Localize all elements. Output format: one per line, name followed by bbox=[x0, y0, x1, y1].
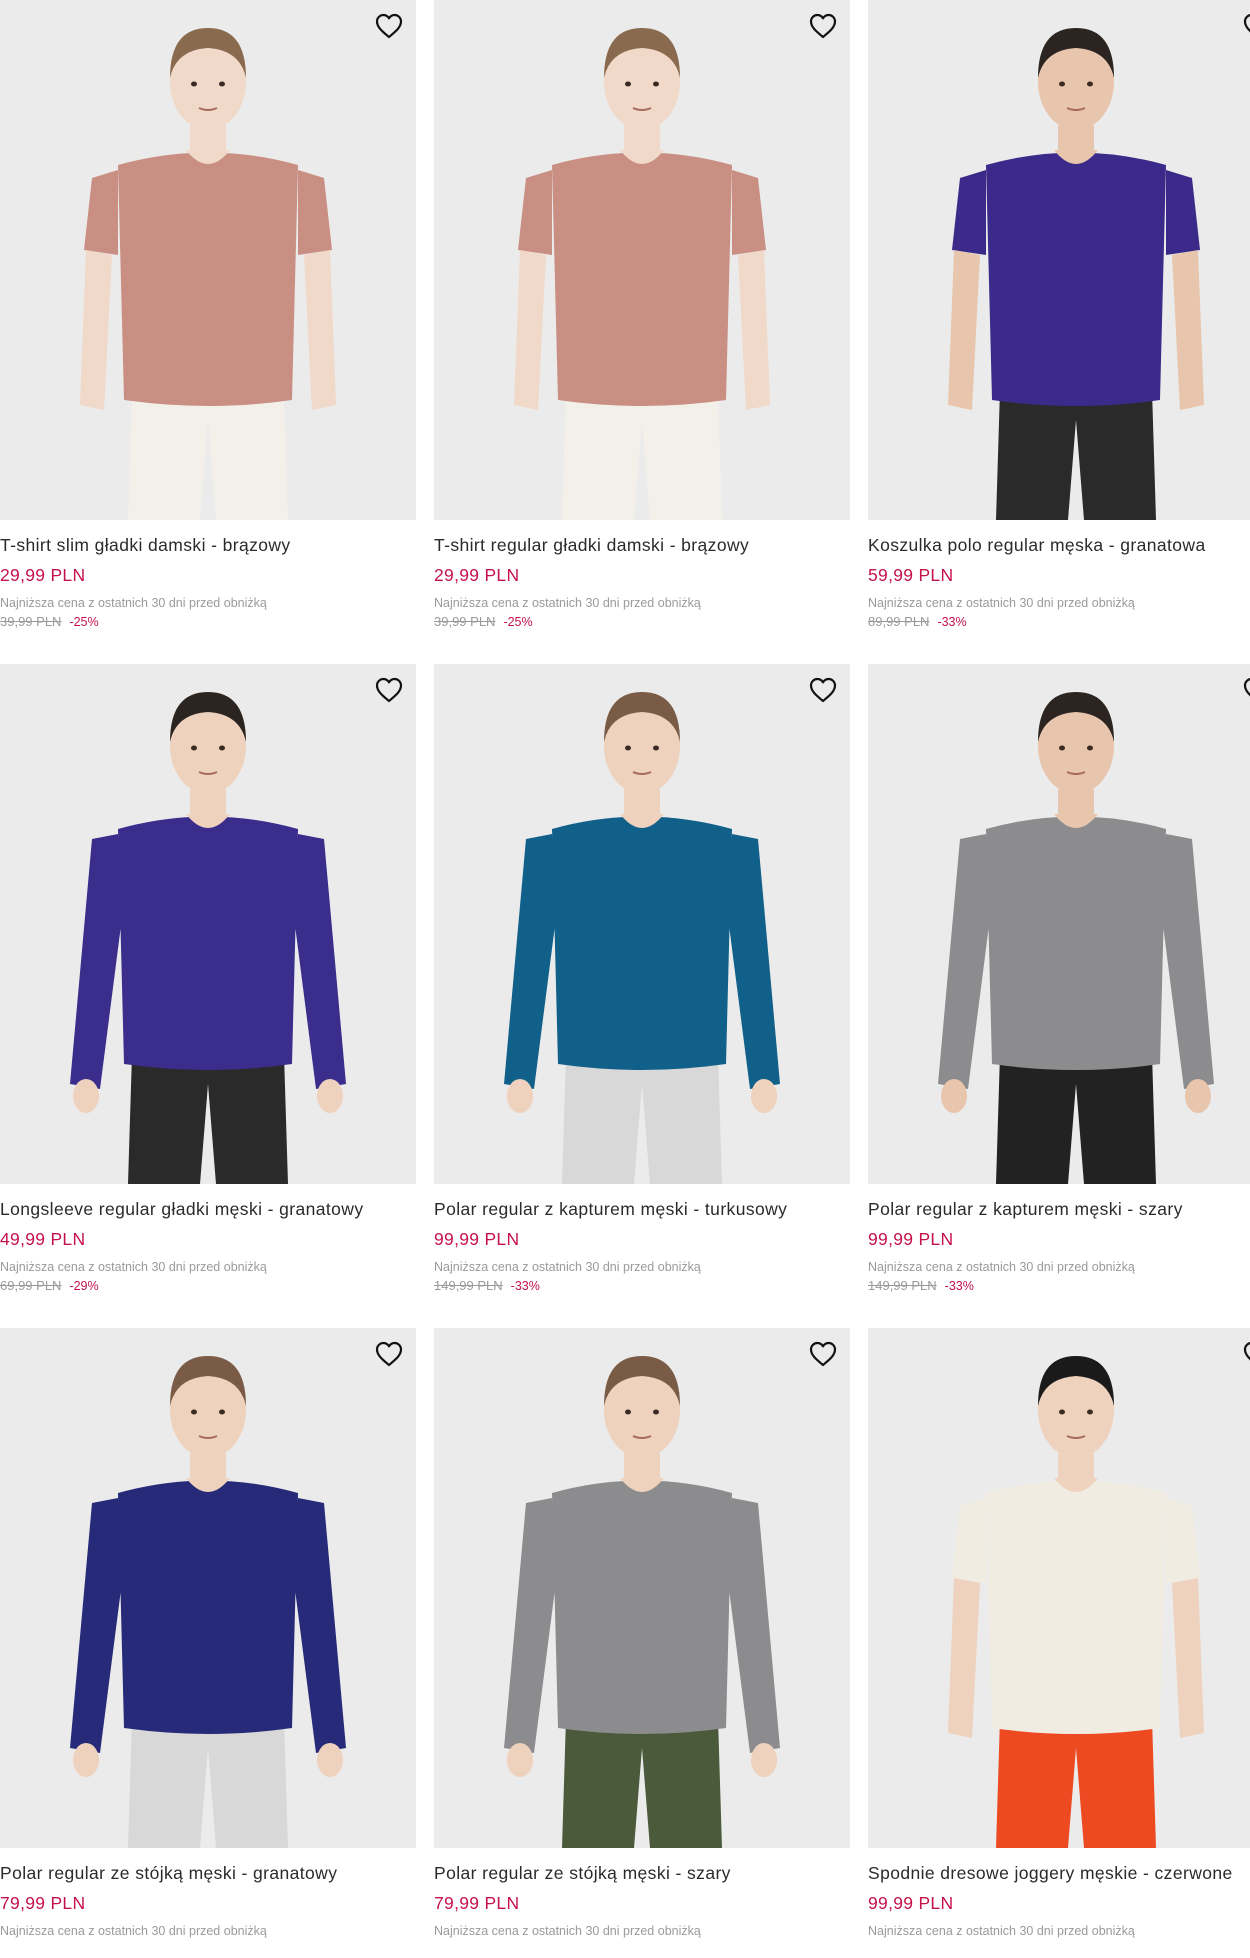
product-image[interactable] bbox=[434, 1328, 850, 1848]
product-photo bbox=[868, 0, 1250, 520]
product-title[interactable]: T-shirt regular gładki damski - brązowy bbox=[434, 534, 850, 556]
product-title[interactable]: Polar regular ze stójką męski - szary bbox=[434, 1862, 850, 1884]
old-price-row: 39,99 PLN -25% bbox=[434, 614, 850, 630]
old-price: 149,99 PLN bbox=[434, 1278, 503, 1293]
wishlist-heart-icon[interactable] bbox=[806, 1338, 840, 1370]
wishlist-heart-icon[interactable] bbox=[1240, 1338, 1250, 1370]
lowest-price-label: Najniższa cena z ostatnich 30 dni przed … bbox=[0, 1260, 267, 1274]
product-photo bbox=[868, 664, 1250, 1184]
product-title[interactable]: Koszulka polo regular męska - granatowa bbox=[868, 534, 1250, 556]
wishlist-heart-icon[interactable] bbox=[372, 674, 406, 706]
product-price: 99,99 PLN bbox=[868, 1893, 954, 1913]
old-price-row: 149,99 PLN -33% bbox=[868, 1278, 1250, 1294]
old-price: 89,99 PLN bbox=[868, 614, 930, 629]
product-title[interactable]: Polar regular ze stójką męski - granatow… bbox=[0, 1862, 416, 1884]
product-photo bbox=[0, 0, 416, 520]
old-price-row bbox=[868, 1942, 1250, 1958]
product-card[interactable]: Polar regular ze stójką męski - granatow… bbox=[0, 1328, 416, 1958]
product-image[interactable] bbox=[434, 0, 850, 520]
product-card[interactable]: Koszulka polo regular męska - granatowa … bbox=[868, 0, 1250, 630]
old-price: 39,99 PLN bbox=[0, 614, 62, 629]
discount-badge: -25% bbox=[69, 615, 99, 629]
product-price: 79,99 PLN bbox=[0, 1893, 86, 1913]
product-image[interactable] bbox=[0, 0, 416, 520]
product-title[interactable]: Spodnie dresowe joggery męskie - czerwon… bbox=[868, 1862, 1250, 1884]
old-price-row: 69,99 PLN -29% bbox=[0, 1278, 416, 1294]
discount-badge: -29% bbox=[69, 1279, 99, 1293]
product-image[interactable] bbox=[868, 0, 1250, 520]
product-title[interactable]: Polar regular z kapturem męski - szary bbox=[868, 1198, 1250, 1220]
old-price-row bbox=[0, 1942, 416, 1958]
product-image[interactable] bbox=[868, 1328, 1250, 1848]
product-photo bbox=[434, 0, 850, 520]
lowest-price-label: Najniższa cena z ostatnich 30 dni przed … bbox=[0, 596, 267, 610]
lowest-price-label: Najniższa cena z ostatnich 30 dni przed … bbox=[868, 1260, 1135, 1274]
old-price-row: 39,99 PLN -25% bbox=[0, 614, 416, 630]
product-photo bbox=[0, 664, 416, 1184]
product-image[interactable] bbox=[0, 664, 416, 1184]
wishlist-heart-icon[interactable] bbox=[372, 10, 406, 42]
lowest-price-label: Najniższa cena z ostatnich 30 dni przed … bbox=[434, 1260, 701, 1274]
product-price: 49,99 PLN bbox=[0, 1229, 86, 1249]
product-photo bbox=[868, 1328, 1250, 1848]
product-card[interactable]: Longsleeve regular gładki męski - granat… bbox=[0, 664, 416, 1294]
product-grid: T-shirt slim gładki damski - brązowy 29,… bbox=[0, 0, 1250, 1950]
product-photo bbox=[0, 1328, 416, 1848]
lowest-price-label: Najniższa cena z ostatnich 30 dni przed … bbox=[434, 596, 701, 610]
lowest-price-label: Najniższa cena z ostatnich 30 dni przed … bbox=[0, 1924, 267, 1938]
product-photo bbox=[434, 1328, 850, 1848]
product-image[interactable] bbox=[868, 664, 1250, 1184]
product-price: 99,99 PLN bbox=[434, 1229, 520, 1249]
wishlist-heart-icon[interactable] bbox=[372, 1338, 406, 1370]
product-card[interactable]: T-shirt regular gładki damski - brązowy … bbox=[434, 0, 850, 630]
old-price-row bbox=[434, 1942, 850, 1958]
discount-badge: -33% bbox=[510, 1279, 540, 1293]
lowest-price-label: Najniższa cena z ostatnich 30 dni przed … bbox=[868, 1924, 1135, 1938]
product-price: 59,99 PLN bbox=[868, 565, 954, 585]
discount-badge: -33% bbox=[937, 615, 967, 629]
old-price: 149,99 PLN bbox=[868, 1278, 937, 1293]
product-card[interactable]: T-shirt slim gładki damski - brązowy 29,… bbox=[0, 0, 416, 630]
product-price: 29,99 PLN bbox=[434, 565, 520, 585]
lowest-price-label: Najniższa cena z ostatnich 30 dni przed … bbox=[434, 1924, 701, 1938]
wishlist-heart-icon[interactable] bbox=[806, 674, 840, 706]
product-title[interactable]: Polar regular z kapturem męski - turkuso… bbox=[434, 1198, 850, 1220]
wishlist-heart-icon[interactable] bbox=[1240, 674, 1250, 706]
old-price-row: 149,99 PLN -33% bbox=[434, 1278, 850, 1294]
product-photo bbox=[434, 664, 850, 1184]
wishlist-heart-icon[interactable] bbox=[1240, 10, 1250, 42]
wishlist-heart-icon[interactable] bbox=[806, 10, 840, 42]
product-card[interactable]: Polar regular z kapturem męski - turkuso… bbox=[434, 664, 850, 1294]
product-price: 29,99 PLN bbox=[0, 565, 86, 585]
product-price: 99,99 PLN bbox=[868, 1229, 954, 1249]
product-card[interactable]: Polar regular ze stójką męski - szary 79… bbox=[434, 1328, 850, 1958]
discount-badge: -33% bbox=[944, 1279, 974, 1293]
product-image[interactable] bbox=[0, 1328, 416, 1848]
product-title[interactable]: T-shirt slim gładki damski - brązowy bbox=[0, 534, 416, 556]
old-price-row: 89,99 PLN -33% bbox=[868, 614, 1250, 630]
lowest-price-label: Najniższa cena z ostatnich 30 dni przed … bbox=[868, 596, 1135, 610]
product-price: 79,99 PLN bbox=[434, 1893, 520, 1913]
old-price: 69,99 PLN bbox=[0, 1278, 62, 1293]
discount-badge: -25% bbox=[503, 615, 533, 629]
product-title[interactable]: Longsleeve regular gładki męski - granat… bbox=[0, 1198, 416, 1220]
old-price: 39,99 PLN bbox=[434, 614, 496, 629]
product-card[interactable]: Polar regular z kapturem męski - szary 9… bbox=[868, 664, 1250, 1294]
product-image[interactable] bbox=[434, 664, 850, 1184]
product-card[interactable]: Spodnie dresowe joggery męskie - czerwon… bbox=[868, 1328, 1250, 1958]
